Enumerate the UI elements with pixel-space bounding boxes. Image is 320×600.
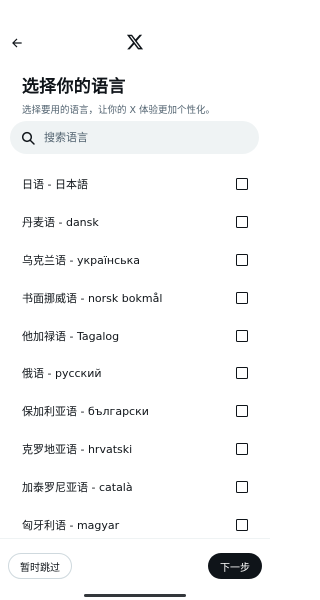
language-label: 丹麦语 - dansk [22, 215, 99, 229]
language-checkbox[interactable] [236, 443, 248, 456]
skip-button[interactable]: 暂时跳过 [8, 553, 72, 579]
footer-bar: 暂时跳过 下一步 [0, 538, 270, 600]
language-checkbox[interactable] [236, 518, 248, 531]
language-item-bulgarian[interactable]: 保加利亚语 - български [0, 392, 270, 430]
language-item-danish[interactable]: 丹麦语 - dansk [0, 203, 270, 241]
language-label: 匈牙利语 - magyar [22, 518, 120, 532]
language-item-ukrainian[interactable]: 乌克兰语 - українська [0, 241, 270, 279]
language-label: 俄语 - русский [22, 367, 102, 381]
language-item-croatian[interactable]: 克罗地亚语 - hrvatski [0, 430, 270, 468]
language-label: 他加禄语 - Tagalog [22, 329, 120, 343]
arrow-left-icon [12, 38, 22, 48]
language-checkbox[interactable] [236, 405, 248, 418]
language-label: 克罗地亚语 - hrvatski [22, 443, 133, 457]
language-item-japanese[interactable]: 日语 - 日本語 [0, 165, 270, 203]
language-item-catalan[interactable]: 加泰罗尼亚语 - català [0, 468, 270, 506]
search-input[interactable] [44, 131, 224, 144]
language-item-russian[interactable]: 俄语 - русский [0, 354, 270, 392]
language-checkbox[interactable] [236, 291, 248, 304]
language-item-tagalog[interactable]: 他加禄语 - Tagalog [0, 317, 270, 355]
language-label: 书面挪威语 - norsk bokmål [22, 291, 163, 305]
language-item-norwegian-bokmal[interactable]: 书面挪威语 - norsk bokmål [0, 279, 270, 317]
x-logo-icon [126, 34, 144, 50]
search-bar[interactable] [10, 121, 259, 154]
back-button[interactable] [6, 32, 28, 54]
language-checkbox[interactable] [236, 253, 248, 266]
language-list: 日语 - 日本語 丹麦语 - dansk 乌克兰语 - українська 书… [0, 165, 270, 544]
language-label: 加泰罗尼亚语 - català [22, 481, 133, 495]
home-indicator[interactable] [84, 594, 186, 597]
language-label: 乌克兰语 - українська [22, 253, 141, 267]
language-checkbox[interactable] [236, 329, 248, 342]
language-checkbox[interactable] [236, 481, 248, 494]
search-icon [21, 131, 35, 145]
next-button[interactable]: 下一步 [208, 553, 262, 579]
language-label: 保加利亚语 - български [22, 405, 149, 419]
language-checkbox[interactable] [236, 177, 248, 190]
language-checkbox[interactable] [236, 367, 248, 380]
language-label: 日语 - 日本語 [22, 177, 88, 191]
language-selection-screen: 选择你的语言 选择要用的语言，让你的 X 体验更加个性化。 日语 - 日本語 丹… [0, 0, 270, 600]
page-subtitle: 选择要用的语言，让你的 X 体验更加个性化。 [22, 105, 216, 116]
top-bar [0, 30, 270, 56]
language-checkbox[interactable] [236, 215, 248, 228]
page-title: 选择你的语言 [22, 77, 126, 97]
